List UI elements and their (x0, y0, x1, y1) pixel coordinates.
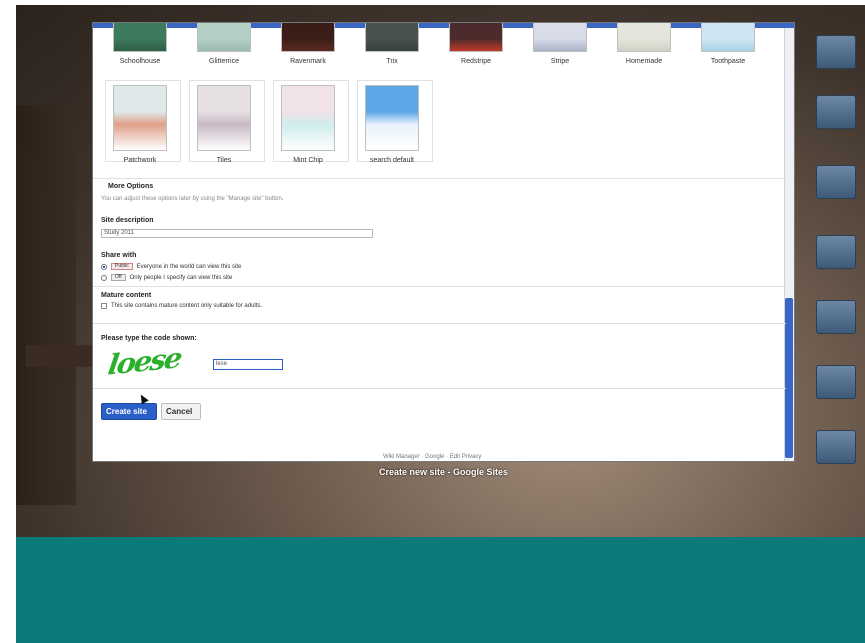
more-options-toggle[interactable]: More Options (101, 183, 153, 190)
desktop-icon[interactable] (816, 300, 856, 334)
theme-option[interactable]: Schoolhouse (101, 23, 179, 65)
theme-option[interactable]: Toothpaste (689, 23, 767, 65)
desktop-icon[interactable] (816, 35, 856, 69)
desktop-icon[interactable] (816, 365, 856, 399)
theme-option[interactable]: Homemade (605, 23, 683, 65)
divider (93, 388, 786, 389)
share-private-text: Only people I specify can view this site (129, 274, 233, 281)
desktop-icon[interactable] (816, 95, 856, 129)
create-site-form: Schoolhouse Glitterrice Ravenmark Trix Redst… (93, 23, 786, 461)
theme-thumbnail[interactable] (281, 23, 335, 52)
theme-option[interactable]: Trix (353, 23, 431, 65)
theme-option[interactable]: Ravenmark (269, 23, 347, 65)
site-description-label: Site description (101, 217, 154, 224)
divider (93, 286, 786, 287)
theme-label: search default (370, 157, 414, 164)
share-private-radio[interactable] (101, 274, 107, 281)
share-public-radio[interactable] (101, 263, 107, 270)
theme-option[interactable]: Tiles (185, 85, 263, 164)
theme-thumbnail[interactable] (617, 23, 671, 52)
share-with-label: Share with (101, 252, 137, 259)
more-options-label: More Options (108, 183, 154, 190)
captcha-input[interactable]: lese (213, 359, 283, 370)
captcha-word: loese (105, 341, 183, 382)
share-option-public[interactable]: Public Everyone in the world can view th… (101, 263, 241, 270)
theme-option[interactable]: search default (353, 85, 431, 164)
more-options-checkbox[interactable] (101, 184, 104, 190)
bottom-teal-band (16, 537, 865, 643)
window-caption: Create new site - Google Sites (379, 467, 509, 477)
theme-thumbnail[interactable] (113, 23, 167, 52)
theme-label: Ravenmark (290, 58, 326, 65)
theme-label: Tiles (216, 157, 232, 164)
theme-label: Homemade (625, 58, 663, 65)
share-option-private[interactable]: Off Only people I specify can view this … (101, 274, 232, 281)
divider (93, 323, 786, 324)
more-options-note: You can adjust these options later by us… (101, 196, 284, 202)
theme-thumbnail[interactable] (281, 85, 335, 151)
desktop-icon[interactable] (816, 235, 856, 269)
desktop-icon[interactable] (816, 430, 856, 464)
theme-label: Mint Chip (293, 157, 323, 164)
theme-option[interactable]: Redstripe (437, 23, 515, 65)
screen: Schoolhouse Glitterrice Ravenmark Trix Redst… (0, 0, 865, 643)
theme-label: Schoolhouse (119, 58, 161, 65)
theme-thumbnail[interactable] (197, 85, 251, 151)
theme-thumbnail[interactable] (449, 23, 503, 52)
theme-option[interactable]: Glitterrice (185, 23, 263, 65)
mature-content-label: Mature content (101, 292, 152, 299)
private-badge: Off (111, 274, 126, 281)
share-public-text: Everyone in the world can view this site (136, 263, 242, 270)
desktop-icon[interactable] (816, 165, 856, 199)
theme-label: Patchwork (123, 157, 157, 164)
theme-option[interactable]: Mint Chip (269, 85, 347, 164)
theme-label: Redstripe (461, 58, 491, 65)
mature-content-option[interactable]: This site contains mature content only s… (101, 303, 262, 309)
theme-label: Glitterrice (209, 58, 239, 65)
theme-thumbnail[interactable] (197, 23, 251, 52)
footer-links[interactable]: Wiki Manager · Google · Edit Privacy (383, 454, 481, 460)
theme-thumbnail[interactable] (701, 23, 755, 52)
cancel-button[interactable]: Cancel (161, 403, 201, 420)
theme-thumbnail[interactable] (113, 85, 167, 151)
desktop-icons (808, 25, 865, 495)
theme-thumbnail[interactable] (533, 23, 587, 52)
theme-option[interactable]: Patchwork (101, 85, 179, 164)
site-description-input[interactable]: Study 2011 (101, 229, 373, 238)
captcha-image: loese (106, 341, 189, 381)
mature-content-text: This site contains mature content only s… (111, 303, 263, 309)
public-badge: Public (111, 263, 133, 270)
theme-label: Stripe (550, 58, 570, 65)
divider (93, 178, 786, 179)
scrollbar-thumb[interactable] (785, 298, 793, 458)
theme-label: Toothpaste (710, 58, 746, 65)
theme-thumbnail[interactable] (365, 85, 419, 151)
theme-label: Trix (386, 58, 398, 65)
create-site-button[interactable]: Create site (101, 403, 157, 420)
theme-option[interactable]: Stripe (521, 23, 599, 65)
background-chair (16, 105, 76, 505)
browser-window: Schoolhouse Glitterrice Ravenmark Trix Redst… (92, 22, 795, 462)
theme-thumbnail[interactable] (365, 23, 419, 52)
mature-content-checkbox[interactable] (101, 303, 107, 309)
